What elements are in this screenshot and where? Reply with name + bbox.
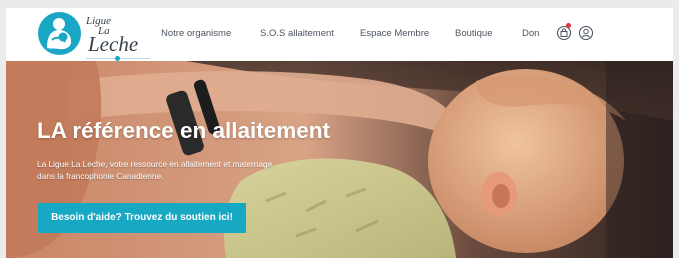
account-button[interactable] [578,25,594,41]
cart-button[interactable] [556,23,572,41]
nav-sos-allaitement[interactable]: S.O.S allaitement [260,28,334,40]
hero-banner: LA référence en allaitement La Ligue La … [6,61,673,258]
nav-boutique[interactable]: Boutique [455,28,493,40]
cart-badge [566,23,571,28]
find-support-button[interactable]: Besoin d'aide? Trouvez du soutien ici! [38,203,246,233]
site-header: Ligue La Leche Notre organisme S.O.S all… [6,8,673,61]
nav-espace-membre[interactable]: Espace Membre [360,28,429,40]
logo-emblem [38,12,81,55]
nav-don[interactable]: Don [522,28,539,40]
hero-subtitle: La Ligue La Leche, votre ressource en al… [37,159,273,181]
mother-child-icon [47,18,72,50]
user-icon [578,25,594,41]
nav-notre-organisme[interactable]: Notre organisme [161,28,231,40]
hero-title: LA référence en allaitement [37,118,331,143]
page: Ligue La Leche Notre organisme S.O.S all… [6,8,673,258]
logo-text-leche: Leche [88,32,139,56]
site-logo[interactable]: Ligue La Leche [36,12,152,61]
